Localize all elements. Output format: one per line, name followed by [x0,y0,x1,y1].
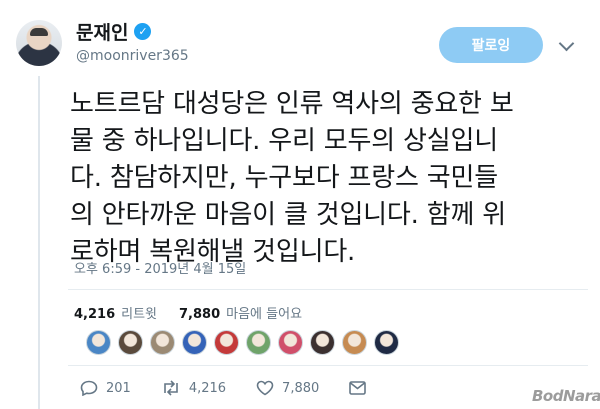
retweet-icon [164,380,178,396]
likes-label[interactable]: 마음에 들어요 [226,303,302,322]
reply-button[interactable]: 201 [80,380,131,396]
reply-count: 201 [106,380,131,396]
retweet-count: 4,216 [188,380,227,396]
retweets-count[interactable]: 4,216 [74,307,115,322]
retweet-button[interactable]: 4,216 [161,380,226,396]
liker-avatars [86,330,399,355]
user-name-row[interactable]: 문재인 ✓ [76,18,152,45]
liker-avatar[interactable] [310,330,335,355]
thread-line [38,76,40,409]
avatar[interactable] [16,20,62,66]
divider [68,289,588,290]
like-button[interactable]: 7,880 [256,380,319,396]
engagement-stats: 4,216 리트윗 7,880 마음에 들어요 [74,303,302,322]
liker-avatar[interactable] [246,330,271,355]
divider [68,365,588,366]
tweet-text: 노트르담 대성당은 인류 역사의 중요한 보 물 중 하나입니다. 우리 모두의… [70,89,514,267]
following-button[interactable]: 팔로잉 [439,27,543,63]
reply-icon [80,380,98,396]
chevron-down-icon[interactable] [558,35,575,52]
envelope-icon [349,381,367,395]
retweets-label[interactable]: 리트윗 [121,303,157,322]
watermark: BodNara [532,387,600,405]
user-handle[interactable]: @moonriver365 [76,48,189,64]
liker-avatar[interactable] [86,330,111,355]
tweet-timestamp[interactable]: 오후 6:59 - 2019년 4월 15일 [74,258,246,277]
liker-avatar[interactable] [342,330,367,355]
heart-icon [256,380,274,396]
display-name[interactable]: 문재인 [76,18,128,45]
liker-avatar[interactable] [182,330,207,355]
direct-message-button[interactable] [349,381,367,395]
liker-avatar[interactable] [118,330,143,355]
likes-count[interactable]: 7,880 [179,307,220,322]
liker-avatar[interactable] [374,330,399,355]
like-count: 7,880 [282,380,320,396]
liker-avatar[interactable] [150,330,175,355]
tweet-actions: 201 4,216 7,880 [80,380,396,396]
verified-badge-icon: ✓ [134,23,152,40]
liker-avatar[interactable] [214,330,239,355]
liker-avatar[interactable] [278,330,303,355]
